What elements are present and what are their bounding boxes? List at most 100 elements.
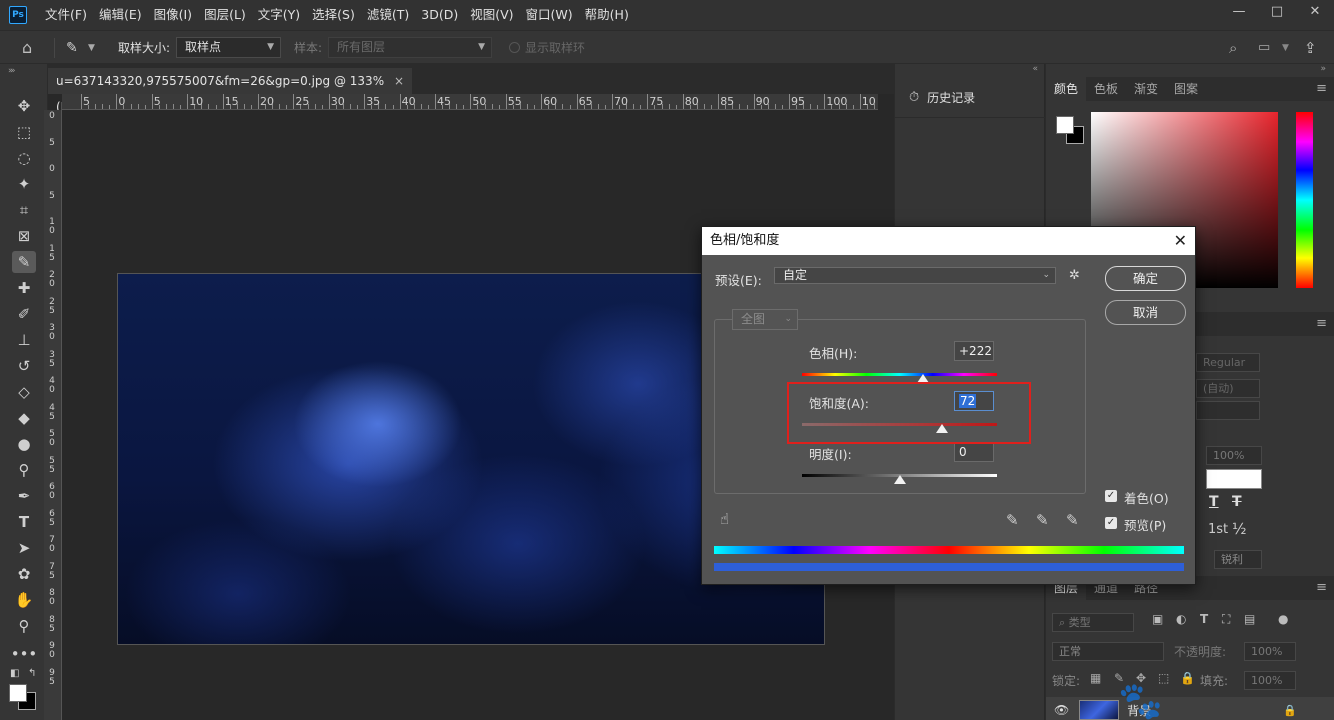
swap-colors-icon[interactable]: ↰ — [28, 668, 36, 679]
restore-button[interactable]: □ — [1258, 0, 1296, 22]
strikethrough-icon[interactable]: T — [1232, 494, 1242, 510]
collapse-right-panels-icon[interactable]: » — [1320, 64, 1326, 74]
path-selection-tool-icon[interactable]: ➤ — [12, 537, 36, 559]
home-icon[interactable]: ⌂ — [22, 31, 32, 64]
hand-tool-icon[interactable]: ✋ — [12, 589, 36, 611]
search-icon[interactable]: ⌕ — [1229, 31, 1237, 64]
menu-item-10[interactable]: 帮助(H) — [579, 0, 635, 30]
lasso-tool-icon[interactable]: ◌ — [12, 147, 36, 169]
clone-stamp-tool-icon[interactable]: ⊥ — [12, 329, 36, 351]
menu-item-4[interactable]: 文字(Y) — [252, 0, 306, 30]
lightness-slider-thumb[interactable] — [893, 475, 906, 484]
menu-item-5[interactable]: 选择(S) — [306, 0, 361, 30]
history-brush-tool-icon[interactable]: ↺ — [12, 355, 36, 377]
lock-all-icon[interactable]: 🔒 — [1180, 671, 1195, 685]
filter-pixel-icon[interactable]: ▣ — [1152, 612, 1163, 626]
panel-menu-icon[interactable]: ≡ — [1316, 576, 1327, 600]
font-style-select[interactable]: Regular — [1196, 353, 1260, 372]
dialog-title-bar[interactable]: 色相/饱和度 ✕ — [702, 227, 1195, 255]
minimize-button[interactable]: — — [1220, 0, 1258, 22]
color-panel-swatches[interactable] — [1054, 114, 1086, 146]
fill-field[interactable]: 100% — [1244, 671, 1296, 690]
menu-item-0[interactable]: 文件(F) — [39, 0, 93, 30]
close-tab-icon[interactable]: × — [394, 68, 404, 94]
eyedropper-add-icon[interactable]: ✎ — [1036, 511, 1049, 529]
ordinal-label[interactable]: 1st — [1208, 522, 1228, 537]
crop-tool-icon[interactable]: ⌗ — [12, 199, 36, 221]
text-color-swatch[interactable] — [1206, 469, 1262, 489]
eyedropper-icon[interactable]: ✎ — [1006, 511, 1019, 529]
menu-item-6[interactable]: 滤镜(T) — [361, 0, 415, 30]
sample-select[interactable]: 所有图层 ▼ — [328, 37, 492, 58]
show-ring-checkbox[interactable]: 显示取样环 — [509, 31, 585, 64]
healing-brush-tool-icon[interactable]: ✚ — [12, 277, 36, 299]
fraction-label[interactable]: ½ — [1232, 520, 1247, 538]
close-window-button[interactable]: ✕ — [1296, 0, 1334, 22]
hue-input[interactable]: +222 — [954, 341, 994, 361]
menu-item-7[interactable]: 3D(D) — [415, 0, 464, 30]
blur-tool-icon[interactable]: ● — [12, 433, 36, 455]
on-image-adjust-icon[interactable]: ☝ — [720, 510, 729, 528]
document-tab[interactable]: u=637143320,975575007&fm=26&gp=0.jpg @ 1… — [48, 68, 412, 114]
workspace-chevron-icon[interactable]: ▼ — [1282, 31, 1289, 64]
menu-item-9[interactable]: 窗口(W) — [520, 0, 579, 30]
menu-item-1[interactable]: 编辑(E) — [93, 0, 148, 30]
menu-item-3[interactable]: 图层(L) — [198, 0, 252, 30]
menu-item-8[interactable]: 视图(V) — [464, 0, 519, 30]
type-tool-icon[interactable]: T — [12, 511, 36, 533]
preview-checkbox[interactable]: ✓ — [1105, 517, 1117, 529]
filter-shape-icon[interactable]: ⛶ — [1222, 612, 1230, 627]
eraser-tool-icon[interactable]: ◇ — [12, 381, 36, 403]
paint-bucket-tool-icon[interactable]: ◆ — [12, 407, 36, 429]
move-tool-icon[interactable]: ✥ — [12, 95, 36, 117]
underline-icon[interactable]: T — [1209, 494, 1219, 510]
workspace-icon[interactable]: ▭ — [1258, 31, 1270, 64]
anti-alias-method-select[interactable]: 锐利 — [1214, 550, 1262, 569]
foreground-color-swatch[interactable] — [9, 684, 27, 702]
anti-alias-select[interactable]: (自动) — [1196, 379, 1260, 398]
lightness-input[interactable]: 0 — [954, 442, 994, 462]
eyedropper-subtract-icon[interactable]: ✎ — [1066, 511, 1079, 529]
ok-button[interactable]: 确定 — [1105, 266, 1186, 291]
expand-icon[interactable]: » — [10, 66, 16, 76]
history-panel-header[interactable]: ⏱ 历史记录 — [895, 78, 1045, 118]
magic-wand-tool-icon[interactable]: ✦ — [12, 173, 36, 195]
font-size-select[interactable] — [1196, 401, 1260, 420]
filter-type-icon[interactable]: T — [1200, 612, 1208, 626]
filter-adjustment-icon[interactable]: ◐ — [1176, 612, 1186, 626]
custom-shape-tool-icon[interactable]: ✿ — [12, 563, 36, 585]
panel-menu-icon[interactable]: ≡ — [1316, 77, 1327, 101]
channel-select[interactable]: 全图 ⌄ — [732, 309, 798, 330]
panel-menu-icon[interactable]: ≡ — [1316, 312, 1327, 336]
lock-transparent-icon[interactable]: ▦ — [1090, 671, 1101, 685]
preset-select[interactable]: 自定 ⌄ — [774, 267, 1056, 284]
tool-preset-chevron-icon[interactable]: ▼ — [88, 31, 95, 64]
sample-size-select[interactable]: 取样点 ▼ — [176, 37, 281, 58]
hue-slider[interactable] — [1296, 112, 1313, 288]
dodge-tool-icon[interactable]: ⚲ — [12, 459, 36, 481]
filter-smart-object-icon[interactable]: ▤ — [1244, 612, 1255, 626]
menu-item-2[interactable]: 图像(I) — [148, 0, 198, 30]
tab-color[interactable]: 颜色 — [1046, 77, 1087, 101]
more-tools-icon[interactable]: ••• — [11, 643, 38, 665]
default-colors-icon[interactable]: ◧ — [10, 668, 19, 679]
tab-swatches[interactable]: 色板 — [1086, 77, 1126, 101]
layer-filter-select[interactable]: ⌕ 类型 — [1052, 613, 1134, 632]
foreground-swatch[interactable] — [1056, 116, 1074, 134]
hue-slider-track[interactable] — [802, 373, 997, 376]
frame-tool-icon[interactable]: ⊠ — [12, 225, 36, 247]
close-icon[interactable]: ✕ — [1174, 227, 1187, 255]
marquee-tool-icon[interactable]: ⬚ — [12, 121, 36, 143]
brush-tool-icon[interactable]: ✐ — [12, 303, 36, 325]
pen-tool-icon[interactable]: ✒ — [12, 485, 36, 507]
visibility-eye-icon[interactable]: 👁 — [1054, 703, 1069, 717]
tab-patterns[interactable]: 图案 — [1166, 77, 1206, 101]
scale-field[interactable]: 100% — [1206, 446, 1262, 465]
cancel-button[interactable]: 取消 — [1105, 300, 1186, 325]
eyedropper-tool-icon[interactable]: ✎ — [12, 251, 36, 273]
blend-mode-select[interactable]: 正常 — [1052, 642, 1164, 661]
zoom-tool-icon[interactable]: ⚲ — [12, 615, 36, 637]
share-icon[interactable]: ⇪ — [1304, 31, 1317, 64]
filter-toggle-icon[interactable]: ● — [1278, 612, 1288, 626]
opacity-field[interactable]: 100% — [1244, 642, 1296, 661]
